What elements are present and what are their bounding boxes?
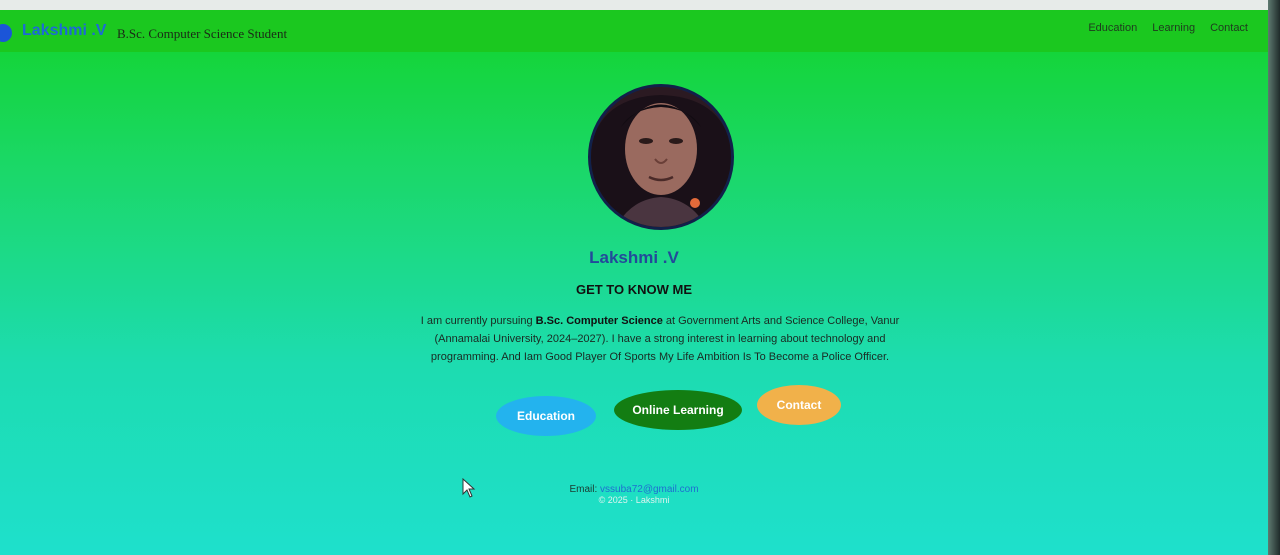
nav-link-learning[interactable]: Learning xyxy=(1152,22,1195,34)
section-title: GET TO KNOW ME xyxy=(575,282,693,297)
nav-links: Education Learning Contact xyxy=(1088,22,1248,34)
profile-name: Lakshmi .V xyxy=(589,248,679,267)
email-label: Email: xyxy=(569,484,601,495)
page: Lakshmi .V B.Sc. Computer Science Studen… xyxy=(0,10,1268,555)
brand-logo-icon xyxy=(0,24,12,42)
email-link[interactable]: vssuba72@gmail.com xyxy=(600,484,699,495)
contact-button[interactable]: Contact xyxy=(757,385,841,425)
nav-link-education[interactable]: Education xyxy=(1088,22,1137,34)
screen-bezel xyxy=(1268,0,1280,555)
brand-subtitle: B.Sc. Computer Science Student xyxy=(117,26,288,41)
education-button[interactable]: Education xyxy=(496,396,596,436)
about-text: I am currently pursuing B.Sc. Computer S… xyxy=(410,312,910,366)
online-learning-button[interactable]: Online Learning xyxy=(614,390,742,430)
copyright-text: © 2025 · Lakshmi xyxy=(598,495,670,505)
mouse-cursor-icon xyxy=(462,478,476,498)
footer-email: Email: vssuba72@gmail.com xyxy=(0,484,1268,495)
about-text-degree: B.Sc. Computer Science xyxy=(535,315,663,327)
profile-photo xyxy=(588,84,734,230)
top-navbar: Lakshmi .V B.Sc. Computer Science Studen… xyxy=(0,10,1268,52)
nav-link-contact[interactable]: Contact xyxy=(1210,22,1248,34)
profile-photo-image xyxy=(591,87,731,227)
brand-name[interactable]: Lakshmi .V xyxy=(22,22,106,40)
about-text-part1: I am currently pursuing xyxy=(420,315,536,327)
